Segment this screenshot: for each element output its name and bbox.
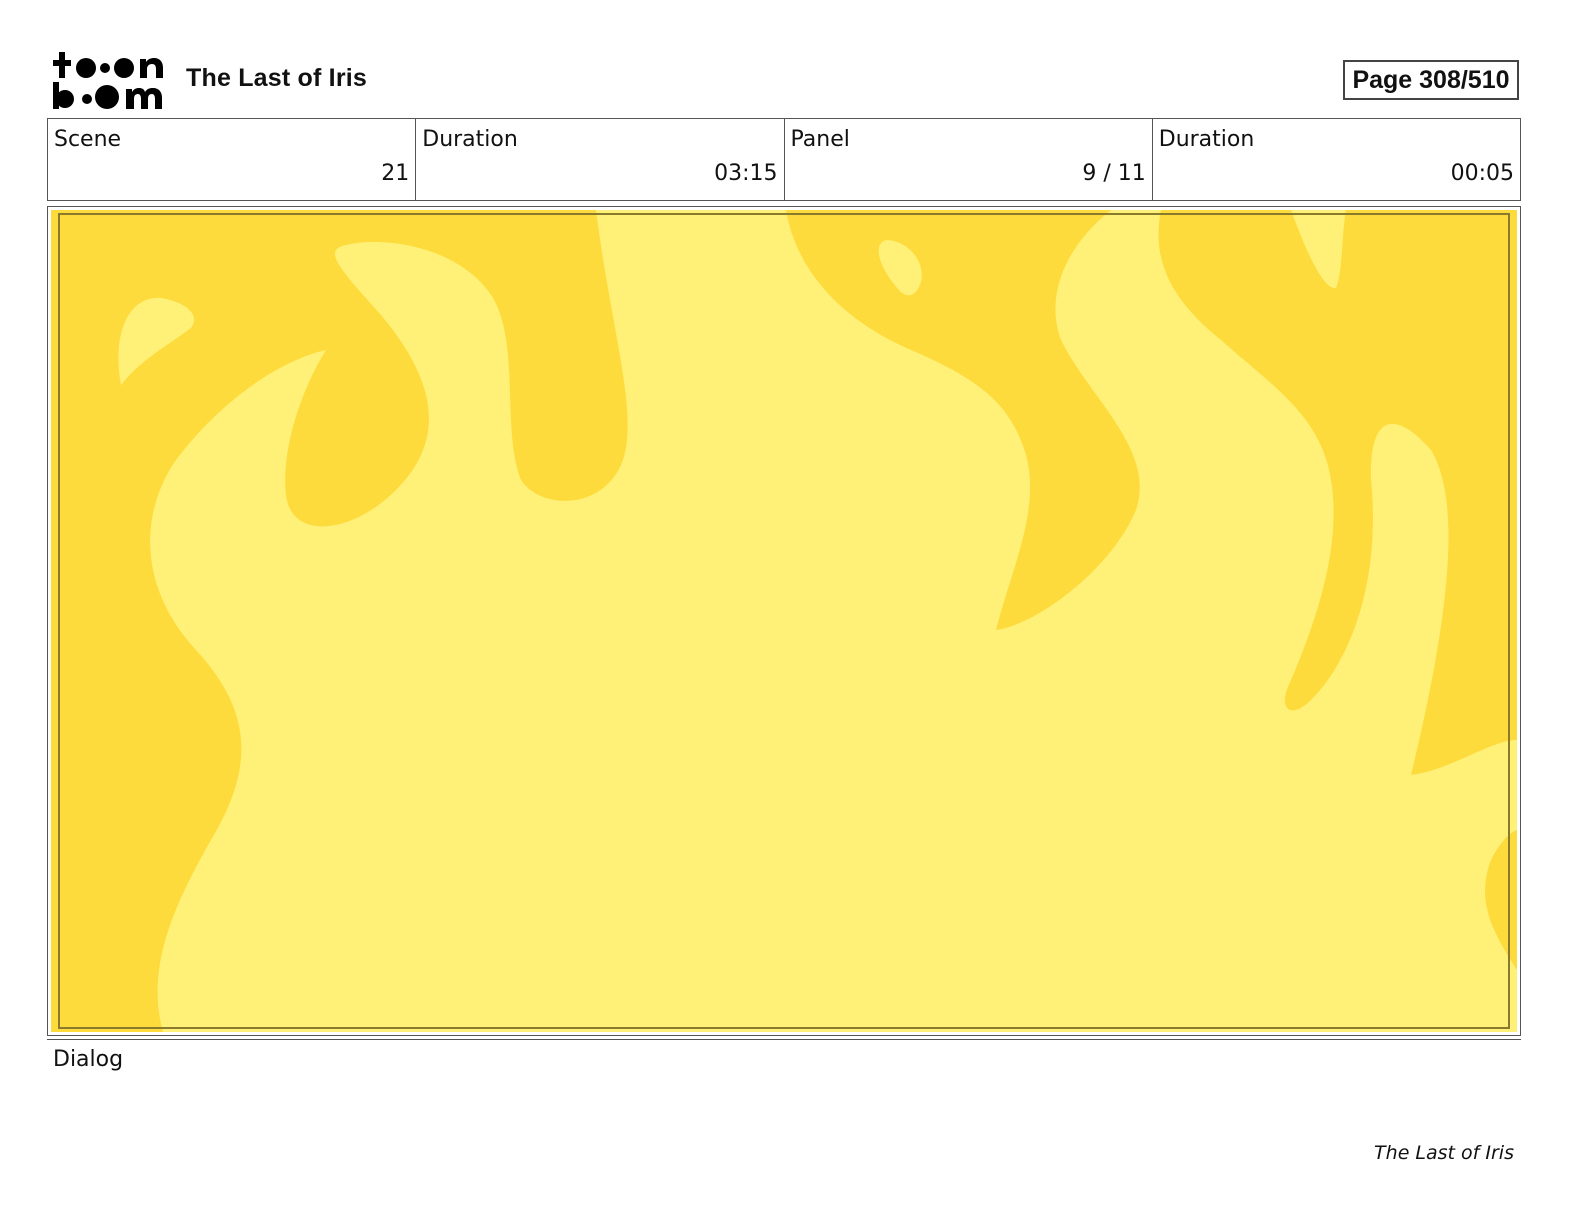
- panel-duration-label: Duration: [1158, 127, 1255, 152]
- info-table: Scene 21 Duration 03:15 Panel 9 / 11 Dur…: [47, 118, 1521, 201]
- panel-duration-value: 00:05: [1450, 161, 1514, 186]
- page-indicator: Page 308/510: [1343, 60, 1519, 100]
- scene-label: Scene: [54, 127, 122, 152]
- scene-duration-cell: Duration 03:15: [415, 119, 783, 200]
- scene-duration-value: 03:15: [714, 161, 778, 186]
- panel-duration-cell: Duration 00:05: [1151, 119, 1520, 200]
- project-title: The Last of Iris: [186, 64, 368, 92]
- dialog-divider: [47, 1039, 1521, 1040]
- panel-cell: Panel 9 / 11: [783, 119, 1152, 200]
- scene-duration-label: Duration: [422, 127, 518, 152]
- panel-label: Panel: [790, 127, 850, 152]
- dialog-label: Dialog: [53, 1047, 124, 1072]
- storyboard-panel: [47, 206, 1521, 1036]
- scene-value: 21: [381, 161, 410, 186]
- toon-boom-logo: [53, 52, 163, 109]
- panel-value: 9 / 11: [1082, 161, 1146, 186]
- footer-project-title: The Last of Iris: [1374, 1142, 1514, 1164]
- scene-cell: Scene 21: [48, 119, 415, 200]
- flame-artwork: [51, 210, 1517, 1032]
